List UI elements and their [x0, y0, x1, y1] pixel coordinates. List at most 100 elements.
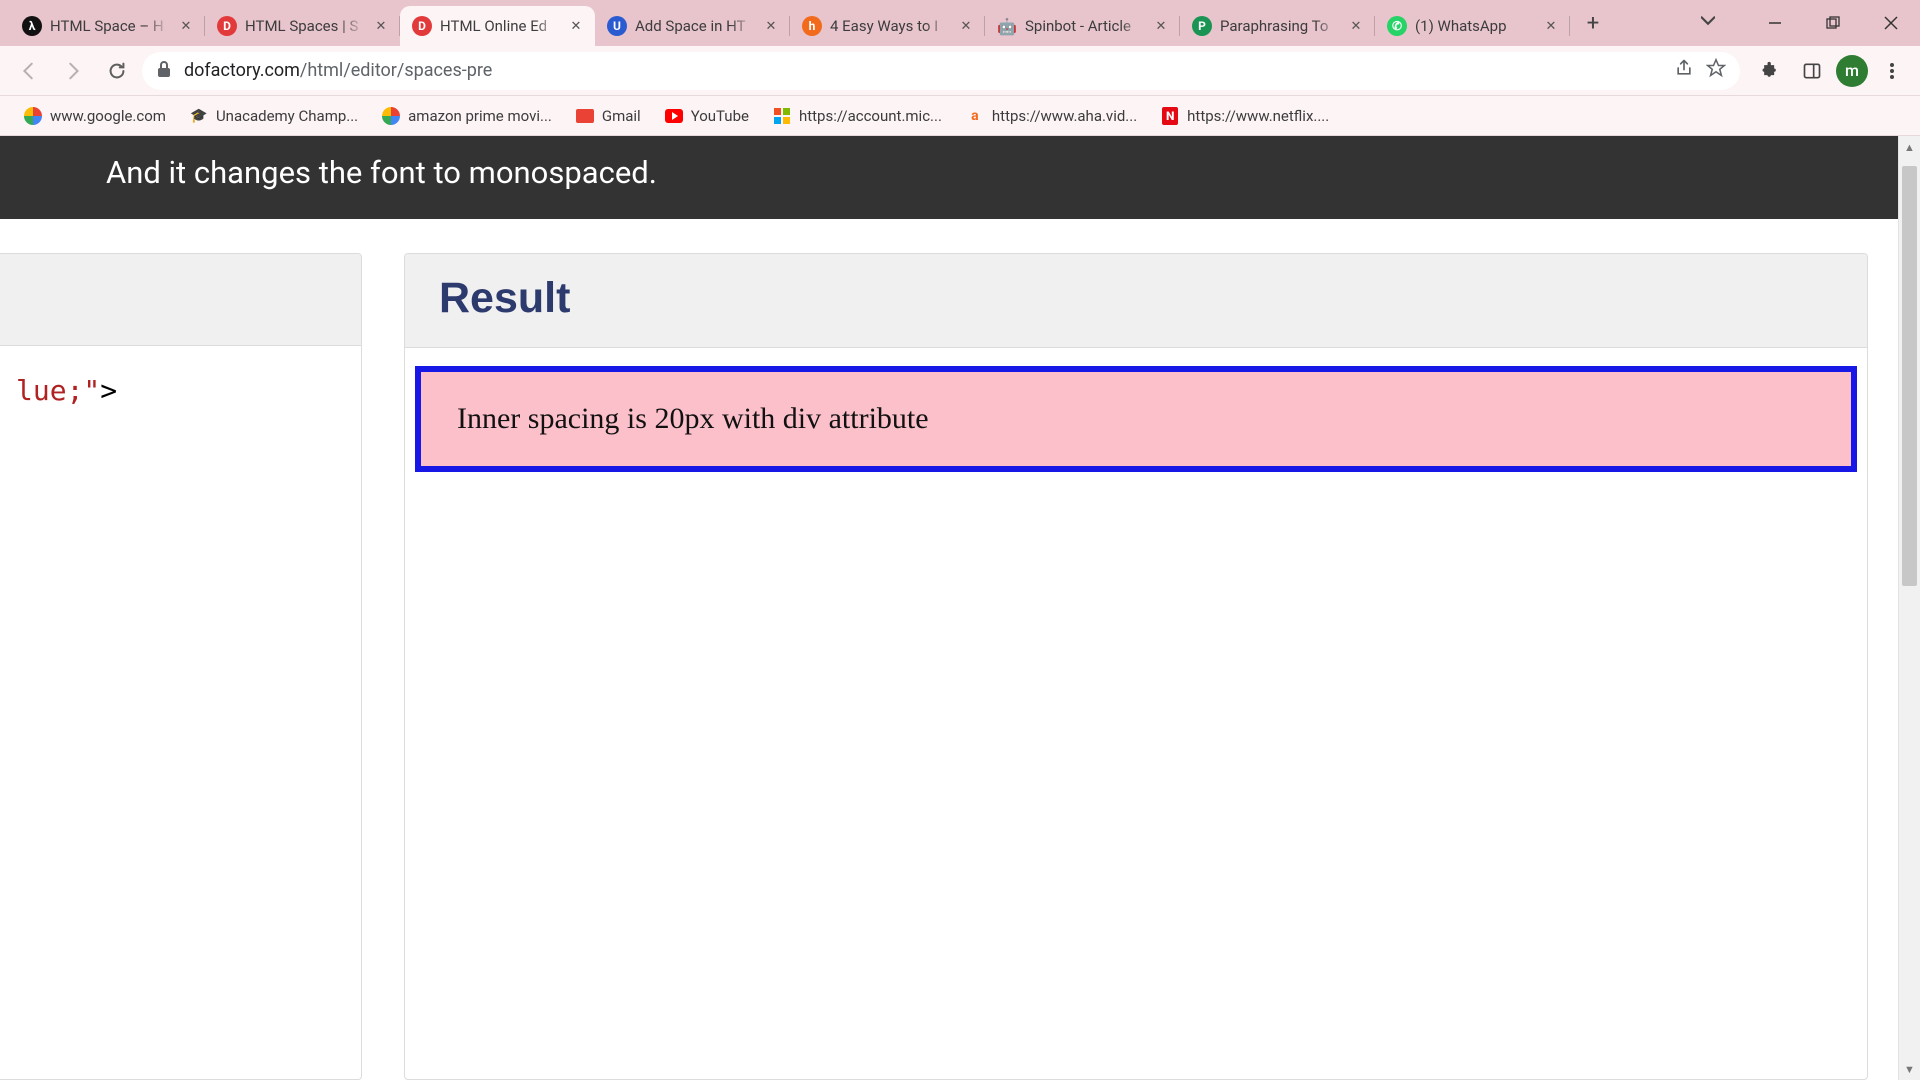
extensions-button[interactable]	[1752, 53, 1788, 89]
close-icon[interactable]: ✕	[567, 17, 585, 35]
result-body: Inner spacing is 20px with div attribute	[405, 348, 1867, 1079]
bookmark-aha[interactable]: a https://www.aha.vid...	[956, 101, 1147, 131]
bookmark-star-button[interactable]	[1706, 58, 1726, 83]
result-demo-box: Inner spacing is 20px with div attribute	[415, 366, 1857, 472]
scroll-down-icon[interactable]: ▼	[1899, 1058, 1920, 1080]
panel-icon	[1802, 61, 1822, 81]
address-bar[interactable]: dofactory.com/html/editor/spaces-pre	[142, 52, 1740, 90]
close-icon[interactable]: ✕	[1542, 17, 1560, 35]
result-panel: Result Inner spacing is 20px with div at…	[404, 253, 1868, 1080]
tab-title: Spinbot - Article	[1025, 17, 1144, 35]
window-controls	[1688, 0, 1920, 46]
bookmark-youtube[interactable]: YouTube	[655, 101, 759, 131]
scroll-up-icon[interactable]: ▲	[1899, 136, 1920, 158]
close-icon[interactable]: ✕	[372, 17, 390, 35]
code-bracket: >	[100, 374, 117, 407]
tab-spinbot[interactable]: 🤖 Spinbot - Article ✕	[985, 6, 1180, 46]
reload-icon	[106, 60, 128, 82]
forward-button[interactable]	[54, 52, 92, 90]
unacademy-icon: 🎓	[190, 107, 208, 125]
bookmark-netflix[interactable]: N https://www.netflix....	[1151, 101, 1339, 131]
toolbar: dofactory.com/html/editor/spaces-pre m	[0, 46, 1920, 96]
bookmarks-bar: www.google.com 🎓 Unacademy Champ... amaz…	[0, 96, 1920, 136]
close-icon[interactable]: ✕	[1152, 17, 1170, 35]
scrollbar[interactable]: ▲ ▼	[1898, 136, 1920, 1080]
favicon-p-icon: P	[1192, 16, 1212, 36]
description-banner: And it changes the font to monospaced.	[0, 136, 1920, 219]
tab-html-space[interactable]: λ HTML Space – H ✕	[10, 6, 205, 46]
avatar-letter: m	[1845, 61, 1859, 80]
minimize-icon	[1768, 16, 1782, 30]
profile-avatar[interactable]: m	[1836, 55, 1868, 87]
favicon-d-icon: D	[412, 16, 432, 36]
puzzle-icon	[1760, 61, 1780, 81]
tab-strip: λ HTML Space – H ✕ D HTML Spaces | S ✕ D…	[0, 0, 1920, 46]
url-host: dofactory.com	[184, 60, 300, 81]
banner-text: And it changes the font to monospaced.	[106, 154, 657, 191]
chrome-menu-button[interactable]	[1874, 53, 1910, 89]
close-icon[interactable]: ✕	[762, 17, 780, 35]
bookmark-amazon-prime[interactable]: amazon prime movi...	[372, 101, 562, 131]
maximize-icon	[1826, 16, 1840, 30]
favicon-h-icon: h	[802, 16, 822, 36]
tab-add-space[interactable]: U Add Space in HT ✕	[595, 6, 790, 46]
bookmark-label: https://account.mic...	[799, 107, 942, 125]
bookmark-label: https://www.netflix....	[1187, 107, 1329, 125]
favicon-u-icon: U	[607, 16, 627, 36]
toolbar-right: m	[1746, 53, 1910, 89]
scrollbar-thumb[interactable]	[1902, 166, 1917, 586]
bookmark-microsoft-account[interactable]: https://account.mic...	[763, 101, 952, 131]
tab-title: HTML Spaces | S	[245, 17, 364, 35]
bookmark-label: YouTube	[691, 107, 749, 125]
bookmark-gmail[interactable]: Gmail	[566, 101, 651, 131]
kebab-icon	[1883, 62, 1901, 80]
tab-whatsapp[interactable]: ✆ (1) WhatsApp ✕	[1375, 6, 1570, 46]
close-window-button[interactable]	[1862, 0, 1920, 46]
gmail-icon	[576, 107, 594, 125]
favicon-lambda-icon: λ	[22, 16, 42, 36]
favicon-whatsapp-icon: ✆	[1387, 16, 1407, 36]
close-icon[interactable]: ✕	[1347, 17, 1365, 35]
bookmark-unacademy[interactable]: 🎓 Unacademy Champ...	[180, 101, 368, 131]
google-icon	[24, 107, 42, 125]
favicon-robot-icon: 🤖	[997, 16, 1017, 36]
editor-area: lue;"> Result Inner spacing is 20px with…	[0, 219, 1898, 1080]
url-text: dofactory.com/html/editor/spaces-pre	[184, 60, 492, 81]
result-header: Result	[405, 254, 1867, 348]
result-heading: Result	[439, 274, 1833, 323]
bookmark-label: www.google.com	[50, 107, 166, 125]
close-icon[interactable]: ✕	[957, 17, 975, 35]
arrow-left-icon	[18, 60, 40, 82]
maximize-button[interactable]	[1804, 0, 1862, 46]
microsoft-icon	[773, 107, 791, 125]
tab-html-online-editor[interactable]: D HTML Online Ed ✕	[400, 6, 595, 46]
bookmark-label: Gmail	[602, 107, 641, 125]
new-tab-button[interactable]: +	[1576, 6, 1610, 40]
close-icon[interactable]: ✕	[177, 17, 195, 35]
side-panel-button[interactable]	[1794, 53, 1830, 89]
arrow-right-icon	[62, 60, 84, 82]
code-panel-header	[0, 254, 361, 346]
tab-paraphrasing[interactable]: P Paraphrasing To ✕	[1180, 6, 1375, 46]
bookmark-label: amazon prime movi...	[408, 107, 552, 125]
tab-4-easy-ways[interactable]: h 4 Easy Ways to I ✕	[790, 6, 985, 46]
demo-text: Inner spacing is 20px with div attribute	[457, 402, 929, 435]
page-content: ▲ ▼ And it changes the font to monospace…	[0, 136, 1920, 1080]
tab-title: HTML Online Ed	[440, 17, 559, 35]
youtube-icon	[665, 107, 683, 125]
tab-search-button[interactable]	[1688, 14, 1728, 32]
back-button[interactable]	[10, 52, 48, 90]
google-icon	[382, 107, 400, 125]
reload-button[interactable]	[98, 52, 136, 90]
code-editor[interactable]: lue;">	[0, 346, 361, 435]
close-icon	[1884, 16, 1898, 30]
share-button[interactable]	[1674, 58, 1694, 83]
tab-html-spaces[interactable]: D HTML Spaces | S ✕	[205, 6, 400, 46]
tab-title: Paraphrasing To	[1220, 17, 1339, 35]
minimize-button[interactable]	[1746, 0, 1804, 46]
bookmark-google[interactable]: www.google.com	[14, 101, 176, 131]
url-path: /html/editor/spaces-pre	[300, 60, 492, 81]
bookmark-label: https://www.aha.vid...	[992, 107, 1137, 125]
code-panel: lue;">	[0, 253, 362, 1080]
lock-icon[interactable]	[156, 60, 172, 82]
